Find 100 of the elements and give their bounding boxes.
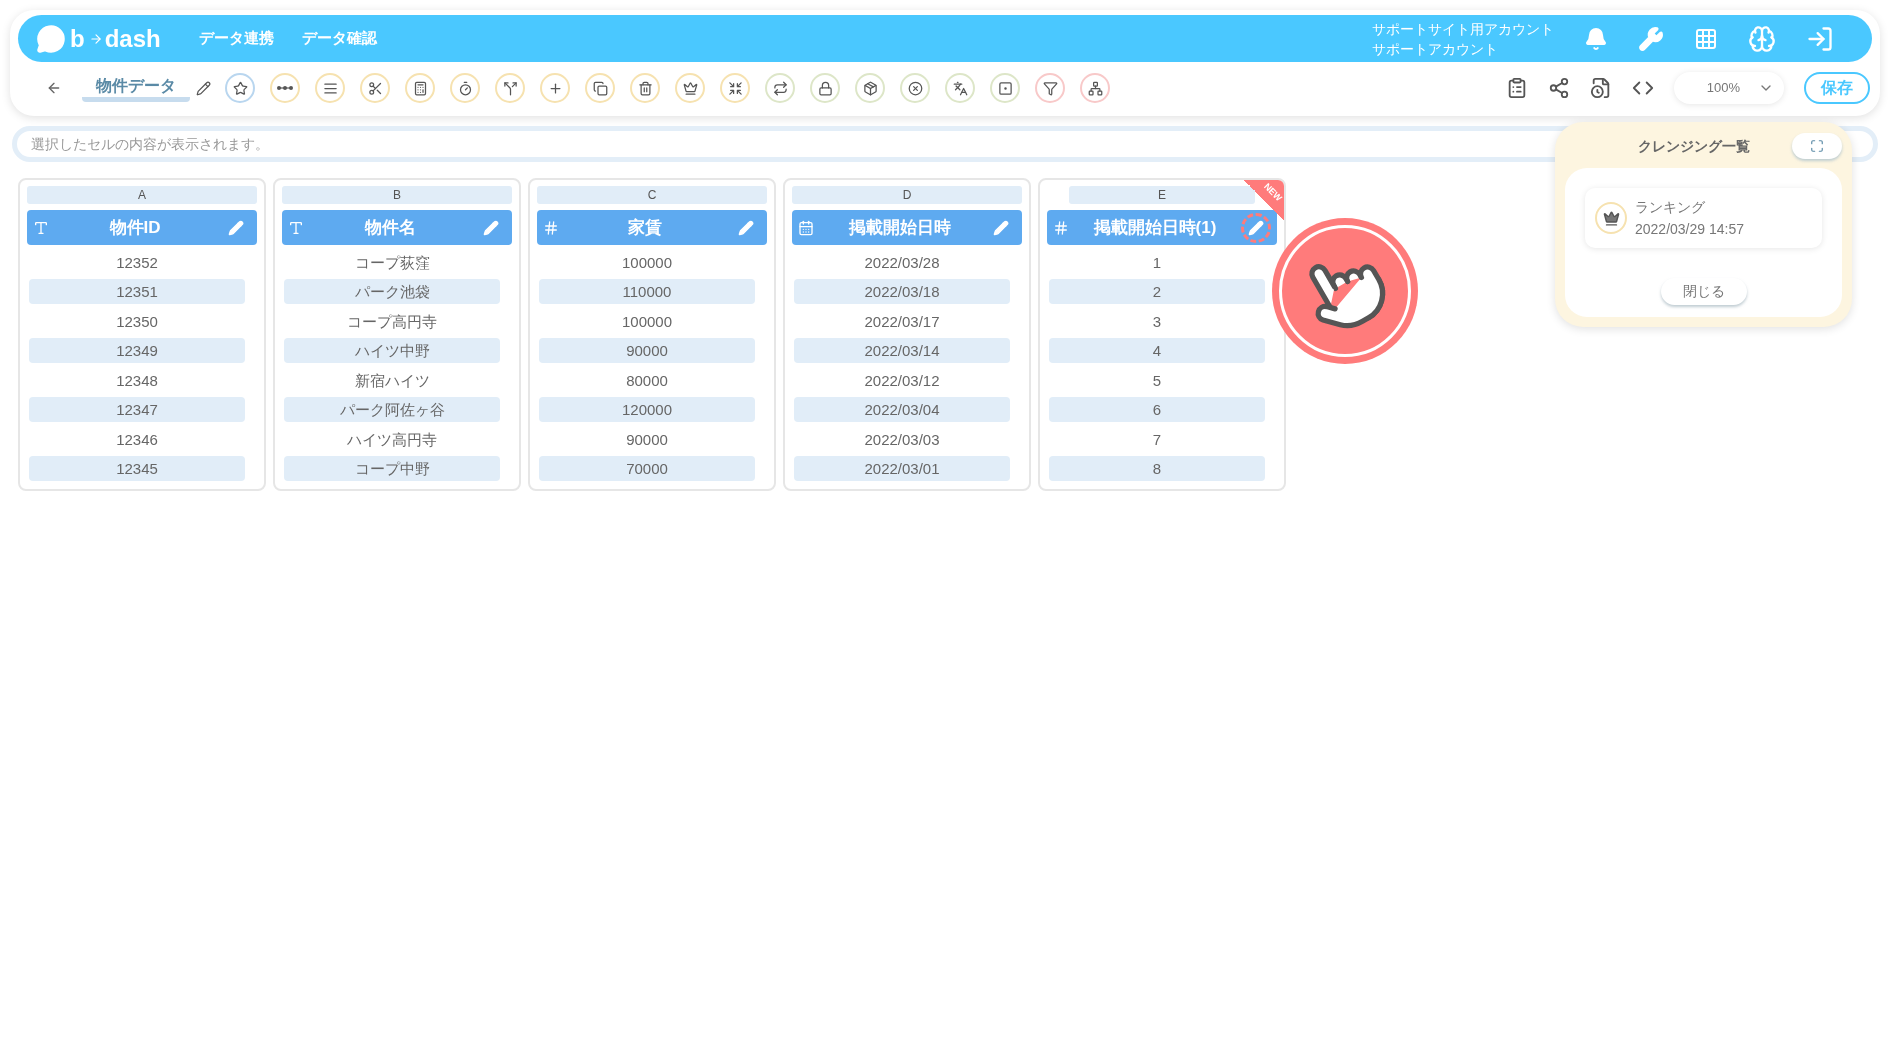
pencil-icon — [993, 219, 1009, 236]
table-cell[interactable]: 12346 — [29, 426, 245, 452]
crown-button[interactable] — [675, 73, 705, 103]
shrink-button[interactable] — [720, 73, 750, 103]
pencil-icon — [1248, 219, 1264, 236]
lines-button[interactable] — [315, 73, 345, 103]
table-cell[interactable]: 2022/03/18 — [794, 279, 1010, 304]
table-cell[interactable]: 2022/03/17 — [794, 308, 1010, 334]
table-cell[interactable]: 12345 — [29, 456, 245, 481]
cleansing-item[interactable]: ランキング 2022/03/29 14:57 — [1585, 188, 1822, 248]
table-cell[interactable]: コープ中野 — [284, 456, 500, 481]
table-cell[interactable]: パーク池袋 — [284, 279, 500, 304]
table-cell[interactable]: 2022/03/28 — [794, 249, 1010, 275]
table-cell[interactable]: 12351 — [29, 279, 245, 304]
table-cell[interactable]: ハイツ中野 — [284, 338, 500, 363]
table-cell[interactable]: 2022/03/12 — [794, 367, 1010, 393]
trash-button[interactable] — [630, 73, 660, 103]
table-cell[interactable]: 4 — [1049, 338, 1265, 363]
translate-button[interactable] — [945, 73, 975, 103]
column-name: 物件名 — [363, 216, 417, 239]
pencil-icon — [228, 219, 244, 236]
table-cell[interactable]: 2 — [1049, 279, 1265, 304]
star-icon — [232, 80, 248, 96]
table-cell[interactable]: 100000 — [539, 308, 755, 334]
copy-button[interactable] — [585, 73, 615, 103]
timer-button[interactable] — [450, 73, 480, 103]
star-button[interactable] — [225, 73, 255, 103]
dots-icon — [277, 86, 293, 90]
file-icon[interactable] — [1590, 77, 1612, 99]
table-cell[interactable]: 8 — [1049, 456, 1265, 481]
crown-icon — [1595, 202, 1627, 234]
split-icon — [502, 80, 518, 96]
column-letter[interactable]: E — [1069, 186, 1255, 204]
table-cell[interactable]: 70000 — [539, 456, 755, 481]
package-icon — [862, 80, 878, 96]
table-cell[interactable]: 2022/03/14 — [794, 338, 1010, 363]
table-cell[interactable]: 1 — [1049, 249, 1265, 275]
table-cell[interactable]: コープ荻窪 — [284, 249, 500, 275]
table-cell[interactable]: 2022/03/04 — [794, 397, 1010, 422]
expand-icon — [1810, 139, 1824, 153]
scissors-button[interactable] — [360, 73, 390, 103]
table-cell[interactable]: 110000 — [539, 279, 755, 304]
close-circle-button[interactable] — [900, 73, 930, 103]
calculator-button[interactable] — [405, 73, 435, 103]
network-button[interactable] — [1080, 73, 1110, 103]
table-cell[interactable]: 7 — [1049, 426, 1265, 452]
pencil-icon — [483, 219, 499, 236]
item-time: 2022/03/29 14:57 — [1635, 220, 1744, 239]
trash-icon — [637, 80, 653, 96]
package-button[interactable] — [855, 73, 885, 103]
table-cell[interactable]: 90000 — [539, 426, 755, 452]
table-cell[interactable]: 80000 — [539, 367, 755, 393]
back-icon[interactable] — [46, 80, 62, 96]
column-name: 家賃 — [627, 216, 663, 239]
zoom-select[interactable]: 100% — [1674, 72, 1784, 104]
table-cell[interactable]: 120000 — [539, 397, 755, 422]
dots-button[interactable] — [270, 73, 300, 103]
clipboard-icon[interactable] — [1506, 77, 1528, 99]
table-cell[interactable]: 新宿ハイツ — [284, 367, 500, 393]
table-cell[interactable]: 2022/03/01 — [794, 456, 1010, 481]
table-cell[interactable]: パーク阿佐ヶ谷 — [284, 397, 500, 422]
close-button[interactable]: 閉じる — [1660, 278, 1747, 305]
table-cell[interactable]: ハイツ高円寺 — [284, 426, 500, 452]
calculator-icon — [412, 80, 428, 96]
table-cell[interactable]: 6 — [1049, 397, 1265, 422]
repeat-icon — [772, 80, 788, 96]
split-button[interactable] — [495, 73, 525, 103]
table-cell[interactable]: 90000 — [539, 338, 755, 363]
table-cell[interactable]: 12347 — [29, 397, 245, 422]
lines-icon — [322, 80, 338, 96]
translate-icon — [952, 80, 968, 96]
logo-text: b — [70, 23, 85, 54]
table-cell[interactable]: コープ高円寺 — [284, 308, 500, 334]
square-button[interactable] — [990, 73, 1020, 103]
table-cell[interactable]: 3 — [1049, 308, 1265, 334]
share-icon[interactable] — [1548, 77, 1570, 99]
table-cell[interactable]: 5 — [1049, 367, 1265, 393]
lock-button[interactable] — [810, 73, 840, 103]
hash-icon — [543, 219, 559, 236]
copy-icon — [592, 80, 608, 96]
square-icon — [997, 80, 1013, 96]
column-name: 掲載開始日時(1) — [1092, 216, 1218, 239]
sheet-title[interactable]: 物件データ — [82, 74, 190, 102]
table-cell[interactable]: 12352 — [29, 249, 245, 275]
column-letter[interactable]: D — [792, 186, 1022, 204]
panel-title: クレンジング一覧 — [1636, 136, 1751, 156]
table-cell[interactable]: 12348 — [29, 367, 245, 393]
table-cell[interactable]: 12350 — [29, 308, 245, 334]
column-name: 物件ID — [108, 216, 162, 239]
column-letter[interactable]: B — [282, 186, 512, 204]
column-letter[interactable]: C — [537, 186, 767, 204]
pencil-icon[interactable] — [196, 80, 211, 96]
filter-button[interactable] — [1035, 73, 1065, 103]
table-cell[interactable]: 100000 — [539, 249, 755, 275]
table-cell[interactable]: 2022/03/03 — [794, 426, 1010, 452]
column-letter[interactable]: A — [27, 186, 257, 204]
repeat-button[interactable] — [765, 73, 795, 103]
edit-button[interactable] — [1241, 212, 1271, 243]
table-cell[interactable]: 12349 — [29, 338, 245, 363]
calendar-icon — [798, 219, 814, 236]
